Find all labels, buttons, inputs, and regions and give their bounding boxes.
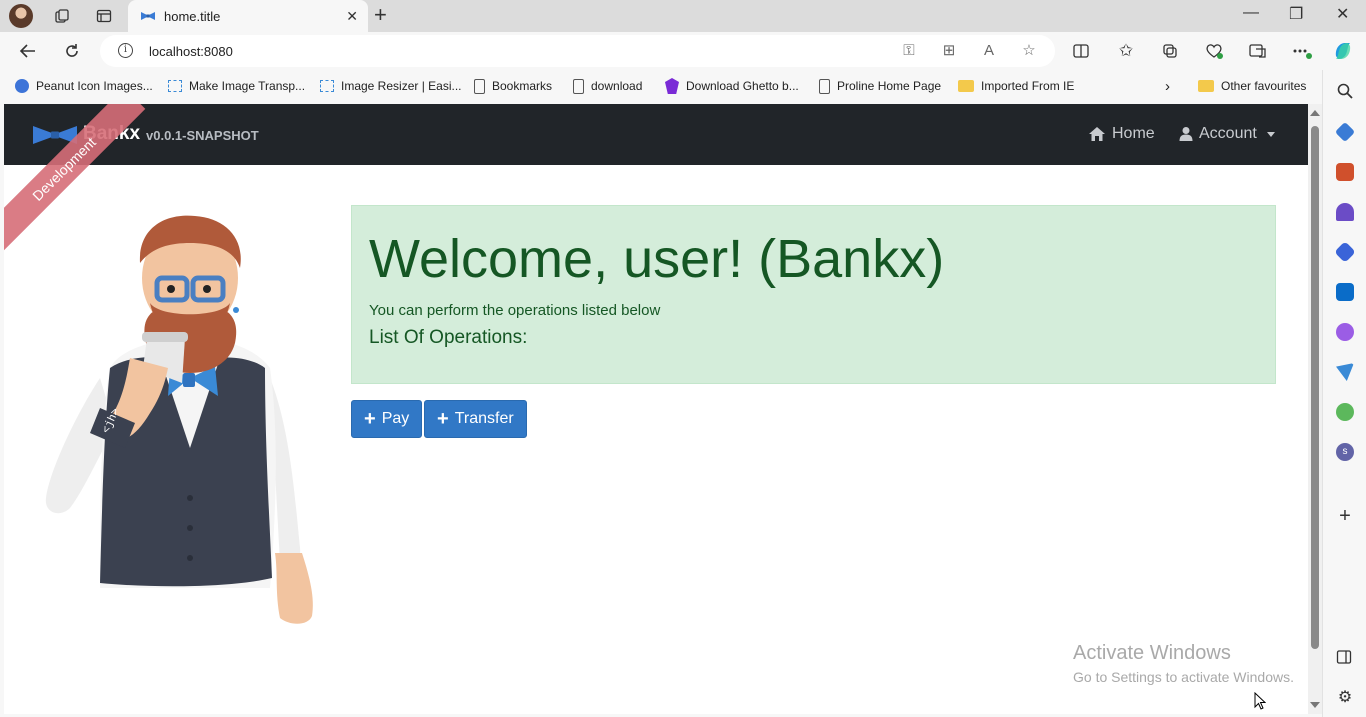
mouse-cursor-icon [1254,691,1267,710]
apps-icon[interactable]: ⊞ [940,42,958,60]
browser-tab-strip: home.title ✕ + — ❐ ✕ [0,0,1366,32]
favorite-item[interactable]: Image Resizer | Easi... [320,78,462,94]
favorite-item[interactable]: download [573,78,642,94]
browser-toolbar: i localhost:8080 ⚿ ⊞ A ☆ ✩ [0,32,1366,70]
restore-icon[interactable]: ❐ [1289,4,1303,24]
plus-icon: + [437,408,449,430]
sidebar-toggle-icon[interactable] [1336,649,1354,667]
welcome-alert: Welcome, user! (Bankx) You can perform t… [351,205,1276,384]
games-icon[interactable] [1336,203,1354,221]
document-icon [573,78,584,94]
pay-button[interactable]: + Pay [351,400,423,438]
hipster-illustration: <jh> [40,208,330,628]
plus-icon: + [364,408,376,430]
browser-essentials-icon[interactable] [1247,40,1269,62]
image-icon [320,80,334,92]
add-icon[interactable]: + [1336,506,1354,526]
back-icon[interactable] [17,40,39,62]
edge-sidebar: s + ⚙ [1322,70,1366,717]
web-viewport: Bankx v0.0.1-SNAPSHOT Home Account Devel… [4,104,1308,714]
peanut-icon [15,79,29,93]
bankx-favicon-icon [140,9,156,27]
spring-icon[interactable] [1336,403,1354,421]
transfer-button[interactable]: + Transfer [424,400,527,438]
settings-gear-icon[interactable]: ⚙ [1336,689,1354,707]
home-icon [1089,127,1105,141]
tab-title: home.title [164,9,221,24]
refresh-icon[interactable] [61,40,83,62]
image-icon [168,80,182,92]
nav-home-link[interactable]: Home [1088,125,1155,143]
favorite-item[interactable]: Make Image Transp... [168,78,305,94]
ghetto-icon [665,78,679,94]
profile-avatar[interactable] [9,4,33,28]
minimize-icon[interactable]: — [1243,4,1259,22]
search-icon[interactable] [1336,82,1354,100]
version-label: v0.0.1-SNAPSHOT [146,128,259,143]
caret-down-icon [1266,131,1275,137]
favorite-item[interactable]: Proline Home Page [819,78,941,94]
operations-heading: List Of Operations: [369,327,528,348]
url-text[interactable]: localhost:8080 [149,44,233,59]
favorite-folder[interactable]: Imported From IE [958,78,1074,94]
tools-icon[interactable] [1336,163,1354,181]
folder-icon [1198,80,1214,92]
profile-s-icon[interactable]: s [1336,443,1354,461]
favorite-item[interactable]: Download Ghetto b... [665,78,799,94]
close-tab-icon[interactable]: ✕ [346,8,358,25]
outlook-icon[interactable] [1336,283,1354,301]
site-info-icon[interactable]: i [118,43,133,58]
welcome-lead: You can perform the operations listed be… [369,302,661,319]
page-scrollbar[interactable] [1308,104,1322,714]
close-window-icon[interactable]: ✕ [1336,4,1349,24]
app-navbar: Bankx v0.0.1-SNAPSHOT Home Account [4,104,1308,165]
activate-windows-watermark: Activate Windows Go to Settings to activ… [1073,642,1294,685]
favorite-star-icon[interactable]: ☆ [1020,42,1038,60]
scroll-thumb[interactable] [1311,126,1319,649]
more-options-icon[interactable] [1291,40,1313,62]
welcome-title: Welcome, user! (Bankx) [369,229,945,289]
scroll-up-icon[interactable] [1310,110,1320,116]
nav-account-dropdown[interactable]: Account [1179,125,1275,143]
designer-icon[interactable] [1336,323,1354,341]
microsoft-365-icon[interactable] [1334,241,1356,263]
read-aloud-icon[interactable]: A [980,42,998,60]
key-icon[interactable]: ⚿ [900,42,918,60]
other-favourites-folder[interactable]: Other favourites [1198,78,1306,94]
user-icon [1179,127,1193,141]
favorites-icon[interactable]: ✩ [1115,40,1137,62]
favorites-bar: Peanut Icon Images... Make Image Transp.… [0,70,1322,102]
new-tab-icon[interactable]: + [374,4,387,26]
document-icon [819,78,830,94]
document-icon [474,78,485,94]
copilot-icon[interactable] [1332,40,1354,62]
shopping-tag-icon[interactable] [1334,121,1356,143]
vertical-tabs-icon[interactable] [94,6,114,26]
split-screen-icon[interactable] [1070,40,1092,62]
folder-icon [958,80,974,92]
favorite-item[interactable]: Peanut Icon Images... [15,78,153,94]
collections-icon[interactable] [1159,40,1181,62]
address-bar[interactable]: i localhost:8080 ⚿ ⊞ A ☆ [100,35,1055,67]
tab-home[interactable]: home.title ✕ [128,0,368,32]
chevron-right-icon[interactable]: › [1165,78,1170,95]
workspaces-icon[interactable] [52,6,72,26]
send-icon[interactable] [1336,363,1354,381]
favorite-item[interactable]: Bookmarks [474,78,552,94]
scroll-down-icon[interactable] [1310,702,1320,708]
extension-heartbeat-icon[interactable] [1203,40,1225,62]
